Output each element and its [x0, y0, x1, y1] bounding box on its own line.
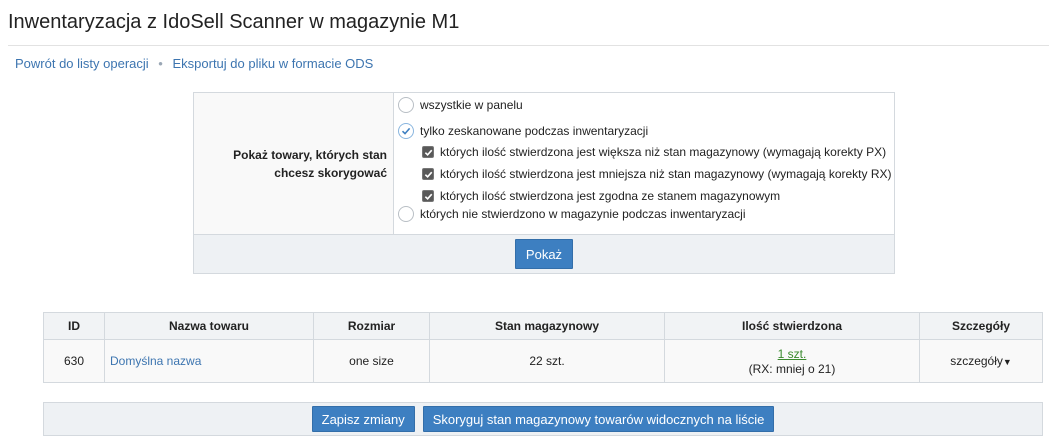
counted-quantity-note: (RX: mniej o 21): [748, 361, 836, 376]
option-greater[interactable]: których ilość stwierdzona jest większa n…: [422, 145, 886, 159]
option-smaller[interactable]: których ilość stwierdzona jest mniejsza …: [422, 167, 892, 181]
cell-id: 630: [43, 339, 105, 383]
radio-all[interactable]: [398, 97, 414, 113]
product-name-link[interactable]: Domyślna nazwa: [110, 354, 201, 368]
col-header-id: ID: [43, 312, 105, 340]
checkbox-smaller[interactable]: [422, 168, 434, 180]
title-divider: [8, 45, 1049, 46]
inventory-table: ID Nazwa towaru Rozmiar Stan magazynowy …: [43, 312, 1043, 383]
option-smaller-label: których ilość stwierdzona jest mniejsza …: [440, 167, 892, 181]
filter-form: Pokaż towary, których stan chcesz skoryg…: [193, 92, 895, 274]
cell-details: szczegóły▼: [919, 339, 1043, 383]
operation-links: Powrót do listy operacji • Eksportuj do …: [15, 56, 373, 72]
cell-name: Domyślna nazwa: [104, 339, 314, 383]
caret-down-icon: ▼: [1002, 357, 1012, 367]
col-header-name: Nazwa towaru: [104, 312, 314, 340]
check-icon: [401, 127, 411, 135]
check-icon: [424, 149, 432, 156]
back-to-operations-link[interactable]: Powrót do listy operacji: [15, 56, 149, 71]
cell-size: one size: [313, 339, 430, 383]
cell-stock: 22 szt.: [429, 339, 665, 383]
checkbox-equal[interactable]: [422, 190, 434, 202]
col-header-details: Szczegóły: [919, 312, 1043, 340]
checkbox-greater[interactable]: [422, 146, 434, 158]
filter-label: Pokaż towary, których stan chcesz skoryg…: [194, 93, 394, 234]
radio-not-found[interactable]: [398, 206, 414, 222]
table-row: 630 Domyślna nazwa one size 22 szt. 1 sz…: [43, 339, 1043, 383]
correct-stock-button[interactable]: Skoryguj stan magazynowy towarów widoczn…: [422, 406, 775, 432]
export-ods-link[interactable]: Eksportuj do pliku w formacie ODS: [172, 56, 373, 71]
link-separator: •: [158, 56, 163, 71]
details-dropdown[interactable]: szczegóły▼: [950, 354, 1012, 368]
save-changes-button[interactable]: Zapisz zmiany: [311, 406, 415, 432]
radio-scanned[interactable]: [398, 123, 414, 139]
cell-counted: 1 szt. (RX: mniej o 21): [664, 339, 920, 383]
option-not-found[interactable]: których nie stwierdzono w magazynie podc…: [398, 206, 745, 222]
option-scanned-label: tylko zeskanowane podczas inwentaryzacji: [420, 124, 649, 138]
option-all[interactable]: wszystkie w panelu: [398, 97, 523, 113]
option-scanned[interactable]: tylko zeskanowane podczas inwentaryzacji: [398, 123, 648, 139]
actions-bar: Zapisz zmiany Skoryguj stan magazynowy t…: [43, 402, 1043, 436]
col-header-size: Rozmiar: [313, 312, 430, 340]
col-header-counted: Ilość stwierdzona: [664, 312, 920, 340]
check-icon: [424, 193, 432, 200]
filter-options: wszystkie w panelu tylko zeskanowane pod…: [394, 93, 894, 234]
option-equal-label: których ilość stwierdzona jest zgodna ze…: [440, 189, 781, 203]
counted-quantity-link[interactable]: 1 szt.: [666, 347, 918, 361]
option-greater-label: których ilość stwierdzona jest większa n…: [440, 145, 887, 159]
show-button[interactable]: Pokaż: [514, 239, 574, 269]
filter-label-line-2: chcesz skorygować: [274, 165, 387, 180]
filter-label-line-1: Pokaż towary, których stan: [233, 147, 387, 162]
table-header-row: ID Nazwa towaru Rozmiar Stan magazynowy …: [43, 312, 1043, 340]
option-not-found-label: których nie stwierdzono w magazynie podc…: [420, 207, 746, 221]
col-header-stock: Stan magazynowy: [429, 312, 665, 340]
filter-footer: Pokaż: [194, 235, 894, 273]
option-all-label: wszystkie w panelu: [420, 98, 523, 112]
details-label: szczegóły: [950, 354, 1003, 368]
page-title: Inwentaryzacja z IdoSell Scanner w magaz…: [8, 11, 460, 33]
option-equal[interactable]: których ilość stwierdzona jest zgodna ze…: [422, 189, 780, 203]
check-icon: [424, 171, 432, 178]
